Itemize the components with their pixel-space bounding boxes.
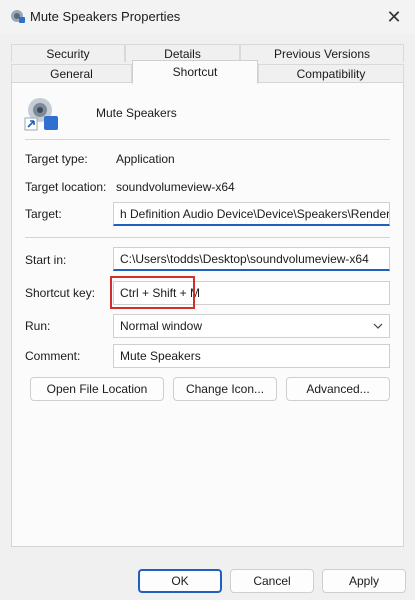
- divider: [25, 139, 390, 140]
- shortcut-key-label: Shortcut key:: [25, 286, 96, 300]
- start-in-label: Start in:: [25, 253, 67, 267]
- run-select-value: Normal window: [120, 319, 203, 333]
- target-type-value: Application: [116, 152, 175, 166]
- tab-previous-versions[interactable]: Previous Versions: [240, 44, 404, 62]
- run-label: Run:: [25, 319, 51, 333]
- advanced-button[interactable]: Advanced...: [286, 377, 390, 401]
- shortcut-name: Mute Speakers: [96, 106, 177, 120]
- ok-button[interactable]: OK: [138, 569, 222, 593]
- change-icon-button[interactable]: Change Icon...: [173, 377, 277, 401]
- annotation-highlight-box: [110, 276, 195, 309]
- target-field[interactable]: h Definition Audio Device\Device\Speaker…: [113, 202, 390, 226]
- shortcut-speaker-icon: [24, 98, 58, 131]
- tab-security[interactable]: Security: [11, 44, 125, 62]
- tab-general[interactable]: General: [11, 64, 132, 82]
- run-select[interactable]: Normal window: [113, 314, 390, 338]
- cancel-button[interactable]: Cancel: [230, 569, 314, 593]
- apply-button[interactable]: Apply: [322, 569, 406, 593]
- open-file-location-button[interactable]: Open File Location: [30, 377, 164, 401]
- speaker-app-icon: [11, 10, 25, 23]
- tab-shortcut[interactable]: Shortcut: [132, 60, 258, 84]
- window-title: Mute Speakers Properties: [30, 9, 181, 24]
- comment-label: Comment:: [25, 349, 81, 363]
- close-button[interactable]: ✕: [380, 5, 408, 29]
- target-label: Target:: [25, 207, 62, 221]
- comment-field[interactable]: Mute Speakers: [113, 344, 390, 368]
- target-type-label: Target type:: [25, 152, 88, 166]
- chevron-down-icon: [373, 323, 383, 329]
- divider: [25, 237, 390, 238]
- start-in-field[interactable]: C:\Users\todds\Desktop\soundvolumeview-x…: [113, 247, 390, 271]
- target-location-value: soundvolumeview-x64: [116, 180, 235, 194]
- tab-compatibility[interactable]: Compatibility: [258, 64, 404, 82]
- target-location-label: Target location:: [25, 180, 107, 194]
